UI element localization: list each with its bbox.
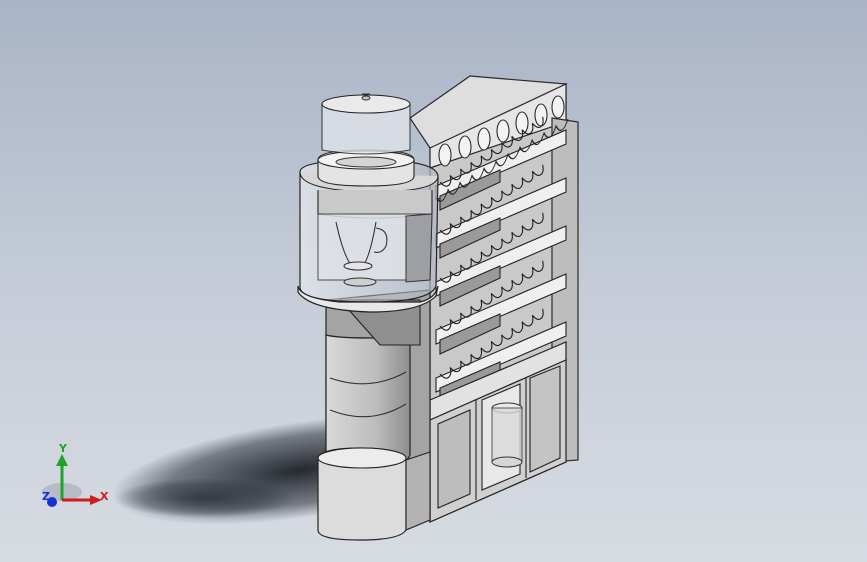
dispenser-column[interactable]	[317, 289, 431, 541]
top-canister[interactable]	[321, 93, 411, 155]
model-scene[interactable]	[0, 0, 867, 562]
z-axis-label: Z	[42, 490, 50, 503]
y-axis-label: Y	[58, 442, 68, 455]
brew-chamber[interactable]	[297, 149, 439, 313]
x-axis-label: X	[100, 490, 109, 503]
ground-shadow-tail	[115, 478, 295, 518]
rack-tower[interactable]	[409, 75, 579, 523]
base-cup	[491, 402, 523, 468]
cad-viewport[interactable]: Y X Z	[0, 0, 867, 562]
coordinate-triad: Y X Z	[42, 442, 109, 507]
